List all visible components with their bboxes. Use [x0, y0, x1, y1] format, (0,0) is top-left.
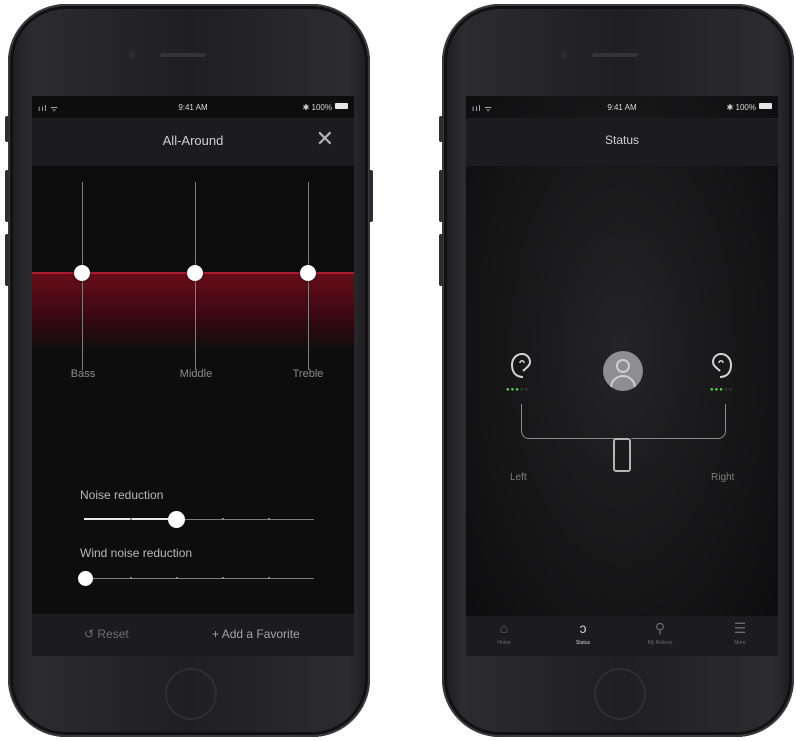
- right-battery-indicator: ●●●○○: [710, 387, 734, 393]
- wind-noise-reduction-track[interactable]: [84, 578, 314, 579]
- nav-bar: All-Around ✕: [32, 118, 354, 166]
- tab-more[interactable]: ☰ More: [710, 620, 770, 646]
- left-connection-line: [521, 404, 618, 439]
- right-connection-line: [631, 404, 726, 439]
- status-bar: ııl ᯤ 9:41 AM ✱ 100%: [32, 96, 354, 118]
- battery-icon: [759, 103, 772, 109]
- add-favorite-label: Add a Favorite: [221, 627, 300, 641]
- noise-reduction-label: Noise reduction: [80, 488, 164, 502]
- earpiece-speaker: [592, 53, 638, 57]
- home-icon: ⌂: [499, 620, 509, 636]
- treble-label: Treble: [292, 368, 324, 380]
- phone-frame-status: ııl ᯤ 9:41 AM ✱ 100% Status ●●●○○ ●●●○○: [439, 4, 794, 737]
- tab-my-relieve[interactable]: ⚲ My Relieve: [630, 620, 690, 646]
- wind-noise-reduction-label: Wind noise reduction: [80, 546, 193, 560]
- avatar-body: [610, 375, 636, 391]
- left-hearing-aid-icon[interactable]: [505, 351, 533, 381]
- volume-up-button: [5, 170, 9, 222]
- volume-down-button: [5, 234, 9, 286]
- tab-home-label: Home: [497, 640, 511, 646]
- tab-status[interactable]: ↄ Status: [553, 620, 613, 646]
- nav-bar: Status: [466, 118, 778, 166]
- page-title: Status: [604, 133, 640, 147]
- home-button[interactable]: [594, 668, 646, 720]
- volume-up-button: [439, 170, 443, 222]
- reset-icon: ↺: [84, 627, 98, 641]
- tab-bar: ⌂ Home ↄ Status ⚲ My Relieve ☰ More: [466, 616, 778, 656]
- treble-slider-handle[interactable]: [300, 265, 316, 281]
- home-button[interactable]: [165, 668, 217, 720]
- equalizer-gain-band: [32, 272, 354, 352]
- mute-switch: [439, 116, 443, 142]
- tab-status-label: Status: [575, 640, 591, 646]
- power-button: [369, 170, 373, 222]
- left-battery-indicator: ●●●○○: [506, 387, 530, 393]
- tab-home[interactable]: ⌂ Home: [474, 620, 534, 646]
- slider-tick: [222, 518, 224, 520]
- bottom-action-bar: ↺ Reset + Add a Favorite: [32, 614, 354, 656]
- middle-slider-handle[interactable]: [187, 265, 203, 281]
- right-hearing-aid-icon[interactable]: [710, 351, 738, 381]
- plus-icon: +: [212, 627, 222, 641]
- front-camera: [561, 52, 567, 58]
- mute-switch: [5, 116, 9, 142]
- slider-tick: [222, 577, 224, 579]
- reset-label: Reset: [97, 627, 129, 641]
- page-title: All-Around: [162, 133, 224, 148]
- wind-noise-reduction-handle[interactable]: [78, 571, 93, 586]
- slider-tick: [130, 518, 132, 520]
- equalizer-screen: ııl ᯤ 9:41 AM ✱ 100% All-Around ✕ Bass M…: [32, 96, 354, 656]
- add-favorite-button[interactable]: + Add a Favorite: [212, 627, 300, 641]
- status-screen: ııl ᯤ 9:41 AM ✱ 100% Status ●●●○○ ●●●○○: [466, 96, 778, 656]
- battery-percent: ✱ 100%: [726, 103, 756, 112]
- phone-frame-equalizer: ııl ᯤ 9:41 AM ✱ 100% All-Around ✕ Bass M…: [5, 4, 373, 737]
- ear-icon: ↄ: [579, 620, 587, 636]
- menu-icon: ☰: [733, 620, 747, 636]
- close-icon[interactable]: ✕: [316, 128, 334, 150]
- slider-tick: [130, 577, 132, 579]
- bass-slider-handle[interactable]: [74, 265, 90, 281]
- phone-icon: [613, 438, 631, 472]
- slider-tick: [176, 577, 178, 579]
- battery-icon: [335, 103, 348, 109]
- right-label: Right: [711, 472, 735, 483]
- tab-my-relieve-label: My Relieve: [647, 640, 673, 646]
- person-icon: ⚲: [654, 620, 666, 636]
- avatar[interactable]: [603, 351, 643, 391]
- battery-percent: ✱ 100%: [302, 103, 332, 112]
- reset-button[interactable]: ↺ Reset: [84, 627, 129, 641]
- avatar-head: [616, 359, 630, 373]
- bass-label: Bass: [70, 368, 96, 380]
- status-bar: ııl ᯤ 9:41 AM ✱ 100%: [466, 96, 778, 118]
- slider-tick: [268, 577, 270, 579]
- slider-tick: [268, 518, 270, 520]
- noise-reduction-handle[interactable]: [168, 511, 185, 528]
- earpiece-speaker: [160, 53, 206, 57]
- volume-down-button: [439, 234, 443, 286]
- front-camera: [129, 52, 135, 58]
- middle-label: Middle: [179, 368, 213, 380]
- left-label: Left: [510, 472, 527, 483]
- tab-more-label: More: [734, 640, 746, 646]
